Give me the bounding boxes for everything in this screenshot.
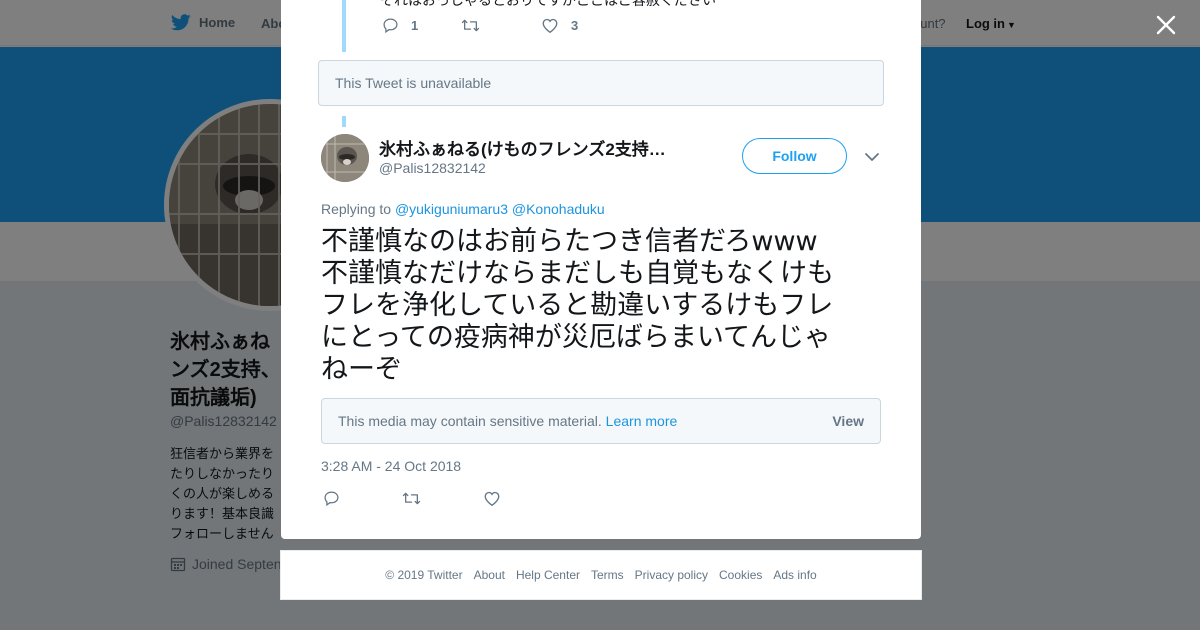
replying-to: Replying to @yukiguniumaru3 @Konohaduku	[321, 201, 605, 217]
author-name[interactable]: 氷村ふぁねる(けものフレンズ2支持…	[379, 135, 689, 160]
thread-line	[342, 116, 346, 127]
tweet-text: 不謹慎なのはお前らたつき信者だろwww 不謹慎なだけならまだしも自覚もなくけも …	[321, 226, 861, 386]
sensitive-media-warning: This media may contain sensitive materia…	[321, 398, 881, 444]
reply-mention-link[interactable]: @yukiguniumaru3	[395, 201, 508, 217]
author-handle[interactable]: @Palis12832142	[379, 160, 486, 176]
view-media-button[interactable]: View	[832, 413, 864, 429]
retweet-button[interactable]	[402, 490, 421, 507]
tweet-timestamp[interactable]: 3:28 AM - 24 Oct 2018	[321, 458, 461, 474]
tweet-text-line: にとっての疫病神が災厄ばらまいてんじゃ	[321, 322, 832, 353]
heart-icon	[484, 491, 500, 507]
author-avatar[interactable]	[321, 134, 369, 182]
reply-button[interactable]	[323, 490, 340, 507]
retweet-button[interactable]	[461, 17, 480, 34]
reply-icon	[324, 491, 339, 507]
footer-link-ads-info[interactable]: Ads info	[773, 568, 816, 582]
raccoon-in-cage-photo	[321, 134, 369, 182]
footer-link-privacy[interactable]: Privacy policy	[635, 568, 708, 582]
footer-copyright: © 2019 Twitter	[385, 568, 463, 582]
thread-line	[342, 0, 346, 52]
close-icon[interactable]	[1154, 13, 1178, 37]
reply-mention-link[interactable]: @Konohaduku	[512, 201, 605, 217]
footer-link-terms[interactable]: Terms	[591, 568, 624, 582]
reply-count: 1	[411, 18, 419, 33]
learn-more-link[interactable]: Learn more	[606, 413, 678, 429]
tweet-text-line: フレを浄化していると勘違いするけもフレ	[321, 290, 834, 321]
follow-button[interactable]: Follow	[742, 138, 847, 174]
retweet-icon	[461, 19, 480, 32]
tweet-unavailable-notice: This Tweet is unavailable	[318, 60, 884, 106]
like-button[interactable]	[483, 490, 501, 507]
footer-link-about[interactable]: About	[474, 568, 505, 582]
reply-button[interactable]: 1	[382, 17, 418, 34]
like-button[interactable]: 3	[541, 17, 578, 34]
like-count: 3	[571, 18, 579, 33]
footer-link-cookies[interactable]: Cookies	[719, 568, 762, 582]
heart-icon	[542, 18, 558, 34]
replying-to-prefix: Replying to	[321, 201, 392, 217]
tweet-text-line: 不謹慎なのはお前らたつき信者だろwww	[321, 226, 818, 257]
reply-icon	[383, 18, 398, 34]
chevron-down-icon[interactable]	[864, 150, 880, 164]
retweet-icon	[402, 492, 421, 505]
sensitive-message-text: This media may contain sensitive materia…	[338, 413, 602, 429]
tweet-text-line: ねーぞ	[321, 354, 402, 385]
tweet-text-line: 不謹慎なだけならまだしも自覚もなくけも	[321, 258, 834, 289]
previous-tweet-text: それはおっしゃるとおりですがここはご容赦ください	[380, 0, 716, 8]
sensitive-message: This media may contain sensitive materia…	[338, 413, 677, 429]
footer-link-help-center[interactable]: Help Center	[516, 568, 580, 582]
modal-footer: © 2019 Twitter About Help Center Terms P…	[280, 550, 922, 600]
